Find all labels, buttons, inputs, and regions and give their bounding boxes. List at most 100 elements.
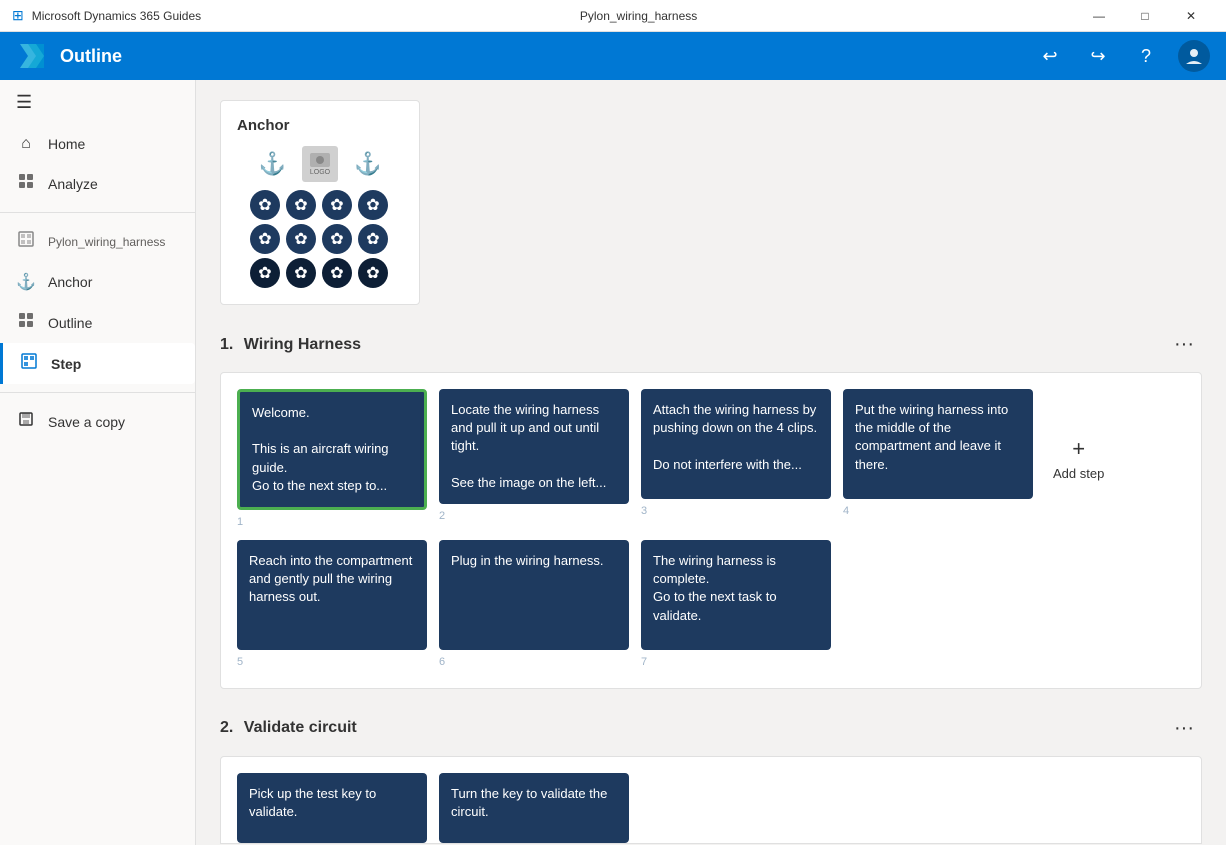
guide-icon (16, 231, 36, 252)
anchor-grid-item: ✿ (286, 258, 316, 288)
close-button[interactable]: ✕ (1168, 0, 1214, 32)
app-icon: ⊞ (12, 7, 24, 24)
step-number-3: 3 (641, 505, 831, 517)
anchor-icon: ⚓ (16, 272, 36, 292)
sidebar-home-label: Home (48, 136, 85, 152)
main-layout: ☰ ⌂ Home Analyze (0, 80, 1226, 845)
task1-steps-row1: Welcome. This is an aircraft wiring guid… (237, 389, 1185, 528)
table-row: Reach into the compartment and gently pu… (237, 540, 427, 668)
sidebar-item-save-copy[interactable]: Save a copy (0, 401, 195, 442)
task2-section: 2. Validate circuit ··· Pick up the test… (220, 713, 1202, 844)
outline-icon (16, 312, 36, 333)
anchor-grid-item: ✿ (322, 258, 352, 288)
sidebar-item-step[interactable]: Step (0, 343, 195, 384)
task1-steps-row2: Reach into the compartment and gently pu… (237, 540, 1185, 668)
app-name: Microsoft Dynamics 365 Guides (32, 9, 201, 23)
table-row: The wiring harness is complete. Go to th… (641, 540, 831, 668)
title-bar-controls: — □ ✕ (1076, 0, 1214, 32)
header-right: ↩ ↪ ? (1034, 40, 1210, 72)
sidebar-item-guide-name: Pylon_wiring_harness (0, 221, 195, 262)
task1-title: 1. Wiring Harness (220, 336, 361, 354)
table-row: Locate the wiring harness and pull it up… (439, 389, 629, 528)
title-bar-left: ⊞ Microsoft Dynamics 365 Guides (12, 7, 201, 24)
add-step-icon: + (1072, 436, 1085, 462)
title-bar: ⊞ Microsoft Dynamics 365 Guides Pylon_wi… (0, 0, 1226, 32)
step-number-6: 6 (439, 656, 629, 668)
sidebar: ☰ ⌂ Home Analyze (0, 80, 196, 845)
help-button[interactable]: ? (1130, 40, 1162, 72)
anchor-grid-item: ✿ (358, 190, 388, 220)
sidebar-analyze-label: Analyze (48, 176, 98, 192)
task2-more-button[interactable]: ··· (1166, 713, 1202, 744)
task1-more-button[interactable]: ··· (1166, 329, 1202, 360)
anchor-card: Anchor ⚓ LOGO ⚓ ✿ ✿ ✿ (220, 100, 420, 305)
anchor-right-icon: ⚓ (354, 151, 381, 177)
sidebar-item-outline[interactable]: Outline (0, 302, 195, 343)
table-row: Plug in the wiring harness. 6 (439, 540, 629, 668)
sidebar-outline-label: Outline (48, 315, 92, 331)
guide-name-label: Pylon_wiring_harness (48, 235, 165, 249)
redo-button[interactable]: ↪ (1082, 40, 1114, 72)
sidebar-save-copy-label: Save a copy (48, 414, 125, 430)
sidebar-item-analyze[interactable]: Analyze (0, 163, 195, 204)
anchor-grid-item: ✿ (286, 190, 316, 220)
add-step-button[interactable]: + Add step (1045, 428, 1112, 489)
anchor-grid-item: ✿ (250, 224, 280, 254)
sidebar-step-label: Step (51, 356, 81, 372)
task1-steps-container: Welcome. This is an aircraft wiring guid… (220, 372, 1202, 689)
minimize-button[interactable]: — (1076, 0, 1122, 32)
table-row: Turn the key to validate the circuit. (439, 773, 629, 843)
task2-step-card-1[interactable]: Pick up the test key to validate. (237, 773, 427, 843)
dynamics-logo (16, 40, 48, 72)
anchor-grid-item: ✿ (322, 190, 352, 220)
sidebar-divider-2 (0, 392, 195, 393)
task2-title: 2. Validate circuit (220, 719, 357, 737)
step-number-7: 7 (641, 656, 831, 668)
anchor-image: LOGO (302, 146, 338, 182)
home-icon: ⌂ (16, 135, 36, 153)
task2-steps-container: Pick up the test key to validate. Turn t… (220, 756, 1202, 844)
anchor-grid-item: ✿ (286, 224, 316, 254)
anchor-grid-item: ✿ (322, 224, 352, 254)
task1-header: 1. Wiring Harness ··· (220, 329, 1202, 360)
table-row: Put the wiring harness into the middle o… (843, 389, 1033, 528)
anchor-grid-item: ✿ (358, 224, 388, 254)
step-card-7[interactable]: The wiring harness is complete. Go to th… (641, 540, 831, 650)
anchor-icons: ⚓ LOGO ⚓ ✿ ✿ ✿ ✿ ✿ (237, 146, 403, 288)
task2-step-card-2[interactable]: Turn the key to validate the circuit. (439, 773, 629, 843)
step-card-2[interactable]: Locate the wiring harness and pull it up… (439, 389, 629, 504)
anchor-grid-item: ✿ (250, 190, 280, 220)
sidebar-item-anchor[interactable]: ⚓ Anchor (0, 262, 195, 302)
header-bar: Outline ↩ ↪ ? (0, 32, 1226, 80)
table-row: Pick up the test key to validate. (237, 773, 427, 843)
task1-section: 1. Wiring Harness ··· Welcome. This is a… (220, 329, 1202, 689)
anchor-title: Anchor (237, 117, 403, 134)
task2-header: 2. Validate circuit ··· (220, 713, 1202, 744)
add-step-area: + Add step (1045, 389, 1112, 528)
step-card-3[interactable]: Attach the wiring harness by pushing dow… (641, 389, 831, 499)
step-number-1: 1 (237, 516, 427, 528)
step-icon (19, 353, 39, 374)
hamburger-menu[interactable]: ☰ (0, 80, 195, 125)
sidebar-anchor-label: Anchor (48, 274, 92, 290)
sidebar-item-home[interactable]: ⌂ Home (0, 125, 195, 163)
anchor-grid: ✿ ✿ ✿ ✿ ✿ ✿ ✿ ✿ ✿ ✿ ✿ ✿ (250, 190, 390, 288)
save-copy-icon (16, 411, 36, 432)
table-row: Attach the wiring harness by pushing dow… (641, 389, 831, 528)
anchor-grid-item: ✿ (358, 258, 388, 288)
step-card-6[interactable]: Plug in the wiring harness. (439, 540, 629, 650)
avatar[interactable] (1178, 40, 1210, 72)
undo-button[interactable]: ↩ (1034, 40, 1066, 72)
step-card-1[interactable]: Welcome. This is an aircraft wiring guid… (237, 389, 427, 510)
anchor-grid-item: ✿ (250, 258, 280, 288)
header-left: Outline (16, 40, 122, 72)
window-title: Pylon_wiring_harness (580, 9, 697, 23)
add-step-label: Add step (1053, 466, 1104, 481)
task2-steps-row: Pick up the test key to validate. Turn t… (237, 773, 1185, 843)
maximize-button[interactable]: □ (1122, 0, 1168, 32)
header-title: Outline (60, 46, 122, 67)
step-card-4[interactable]: Put the wiring harness into the middle o… (843, 389, 1033, 499)
table-row: Welcome. This is an aircraft wiring guid… (237, 389, 427, 528)
anchor-top-row: ⚓ LOGO ⚓ (259, 146, 382, 182)
step-card-5[interactable]: Reach into the compartment and gently pu… (237, 540, 427, 650)
